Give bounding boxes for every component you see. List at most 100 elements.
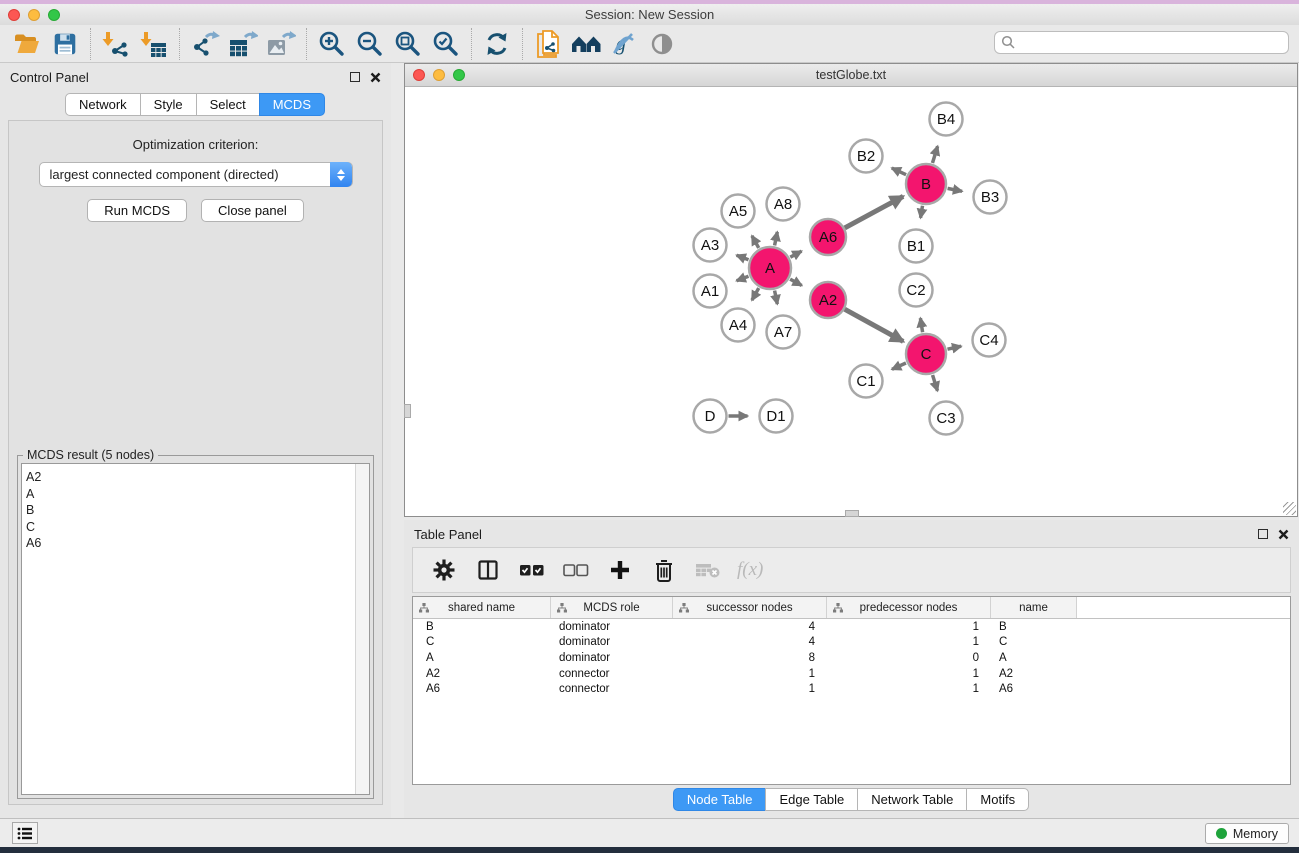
tab-style[interactable]: Style	[140, 93, 197, 116]
run-mcds-button[interactable]: Run MCDS	[87, 199, 187, 222]
table-cell[interactable]: A	[413, 652, 551, 664]
graph-node-C3[interactable]: C3	[930, 402, 963, 435]
graph-node-A7[interactable]: A7	[767, 316, 800, 349]
graph-edge-A-A2[interactable]	[790, 279, 802, 285]
select-all-icon[interactable]	[517, 555, 547, 585]
graph-edge-C-C1[interactable]	[892, 363, 906, 369]
tab-motifs[interactable]: Motifs	[966, 788, 1029, 811]
tab-select[interactable]: Select	[196, 93, 260, 116]
graph-node-A4[interactable]: A4	[722, 309, 755, 342]
network-bottom-scrollbar[interactable]	[845, 510, 859, 517]
import-network-icon[interactable]	[97, 27, 135, 61]
toggle-graphics-details-icon[interactable]: g	[605, 27, 643, 61]
tab-mcds[interactable]: MCDS	[259, 93, 325, 116]
table-cell[interactable]: dominator	[551, 636, 673, 648]
graph-edge-A-A5[interactable]	[752, 236, 759, 248]
graph-node-C[interactable]: C	[906, 334, 946, 374]
result-list-item[interactable]: A2	[26, 469, 369, 486]
table-body[interactable]: Bdominator41BCdominator41CAdominator80AA…	[413, 619, 1290, 697]
table-cell[interactable]: dominator	[551, 621, 673, 633]
float-table-panel-icon[interactable]	[1258, 529, 1268, 539]
search-box[interactable]	[994, 31, 1289, 54]
table-row[interactable]: Cdominator41C	[413, 635, 1290, 651]
table-cell[interactable]: 1	[827, 683, 991, 695]
graph-edge-A-A7[interactable]	[775, 291, 778, 305]
network-canvas[interactable]: AA1A2A3A4A5A6A7A8BB1B2B3B4CC1C2C3C4DD1	[405, 87, 1297, 516]
memory-button[interactable]: Memory	[1205, 823, 1289, 844]
table-cell[interactable]: 1	[827, 636, 991, 648]
graph-edge-A6-B[interactable]	[845, 196, 903, 228]
graph-node-B2[interactable]: B2	[850, 140, 883, 173]
table-cell[interactable]: connector	[551, 668, 673, 680]
search-input[interactable]	[1020, 36, 1288, 50]
column-header-MCDS-role[interactable]: MCDS role	[551, 597, 673, 618]
open-file-icon[interactable]	[8, 27, 46, 61]
table-cell[interactable]: connector	[551, 683, 673, 695]
close-panel-icon[interactable]	[370, 72, 381, 83]
graph-edge-B-B3[interactable]	[948, 188, 963, 191]
tab-node-table[interactable]: Node Table	[673, 788, 767, 811]
table-cell[interactable]: 1	[827, 668, 991, 680]
column-header-successor-nodes[interactable]: successor nodes	[673, 597, 827, 618]
columns-icon[interactable]	[473, 555, 503, 585]
add-column-icon[interactable]	[605, 555, 635, 585]
graph-edge-A-A6[interactable]	[790, 251, 801, 257]
table-cell[interactable]: A6	[413, 683, 551, 695]
column-header-name[interactable]: name	[991, 597, 1077, 618]
graph-edge-B-B2[interactable]	[892, 168, 906, 175]
save-session-icon[interactable]	[46, 27, 84, 61]
graph-node-C2[interactable]: C2	[900, 274, 933, 307]
tab-edge-table[interactable]: Edge Table	[765, 788, 858, 811]
criterion-dropdown[interactable]: largest connected component (directed)	[39, 162, 353, 187]
graph-edge-A-A1[interactable]	[737, 276, 749, 281]
close-panel-button[interactable]: Close panel	[201, 199, 304, 222]
open-session-icon[interactable]	[529, 27, 567, 61]
home-icon[interactable]	[567, 27, 605, 61]
tab-network-table[interactable]: Network Table	[857, 788, 967, 811]
deselect-all-icon[interactable]	[561, 555, 591, 585]
graph-node-A8[interactable]: A8	[767, 188, 800, 221]
export-network-icon[interactable]	[186, 27, 224, 61]
mcds-result-list[interactable]: A2ABCA6	[21, 463, 370, 795]
zoom-in-icon[interactable]	[313, 27, 351, 61]
graph-node-B3[interactable]: B3	[974, 181, 1007, 214]
graph-node-D1[interactable]: D1	[760, 400, 793, 433]
table-cell[interactable]: 1	[673, 683, 827, 695]
table-cell[interactable]: 0	[827, 652, 991, 664]
graph-node-C4[interactable]: C4	[973, 324, 1006, 357]
network-graph[interactable]: AA1A2A3A4A5A6A7A8BB1B2B3B4CC1C2C3C4DD1	[405, 87, 1297, 516]
graph-edge-C-C2[interactable]	[920, 318, 922, 332]
result-list-scrollbar[interactable]	[355, 464, 369, 794]
graph-edge-A-A8[interactable]	[775, 232, 778, 246]
table-row[interactable]: Bdominator41B	[413, 619, 1290, 635]
table-cell[interactable]: A2	[413, 668, 551, 680]
table-cell[interactable]: C	[991, 636, 1077, 648]
zoom-out-icon[interactable]	[351, 27, 389, 61]
zoom-fit-icon[interactable]	[389, 27, 427, 61]
table-cell[interactable]: 4	[673, 636, 827, 648]
import-table-icon[interactable]	[135, 27, 173, 61]
table-cell[interactable]: A	[991, 652, 1077, 664]
graph-edge-A-A3[interactable]	[737, 255, 749, 260]
graph-node-B4[interactable]: B4	[930, 103, 963, 136]
function-builder-icon[interactable]: f(x)	[737, 559, 763, 581]
network-left-scrollbar[interactable]	[404, 404, 411, 418]
export-table-icon[interactable]	[224, 27, 262, 61]
graph-node-B[interactable]: B	[906, 164, 946, 204]
gear-icon[interactable]	[429, 555, 459, 585]
delete-column-icon[interactable]	[649, 555, 679, 585]
table-cell[interactable]: A6	[991, 683, 1077, 695]
table-header-row[interactable]: shared nameMCDS rolesuccessor nodesprede…	[413, 597, 1290, 619]
column-header-predecessor-nodes[interactable]: predecessor nodes	[827, 597, 991, 618]
graph-node-A6[interactable]: A6	[810, 219, 846, 255]
result-list-item[interactable]: A6	[26, 535, 369, 552]
graph-edge-B-B1[interactable]	[921, 206, 923, 218]
graph-node-B1[interactable]: B1	[900, 230, 933, 263]
graph-node-D[interactable]: D	[694, 400, 727, 433]
graph-node-A1[interactable]: A1	[694, 275, 727, 308]
table-row[interactable]: Adominator80A	[413, 650, 1290, 666]
task-history-button[interactable]	[12, 822, 38, 844]
show-hide-icon[interactable]	[643, 27, 681, 61]
column-header-shared-name[interactable]: shared name	[413, 597, 551, 618]
table-cell[interactable]: 8	[673, 652, 827, 664]
